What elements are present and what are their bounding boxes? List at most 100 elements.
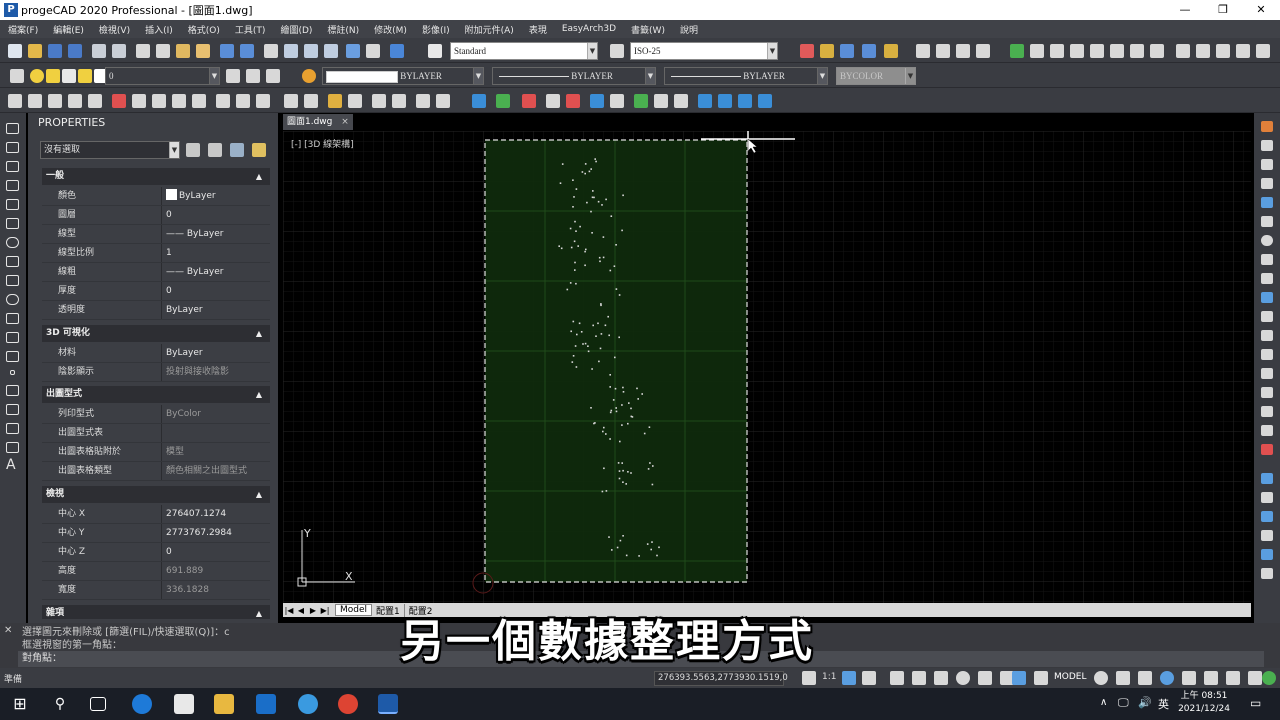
tool-r-icon[interactable] <box>1261 473 1273 484</box>
minimize-button[interactable]: — <box>1166 0 1204 20</box>
copy-tool-icon[interactable] <box>1261 140 1273 151</box>
toolbar3-tool-20-icon[interactable] <box>416 94 430 108</box>
section-3d-visualization[interactable]: 3D 可視化 ▲ <box>42 325 270 342</box>
linetype-select[interactable]: BYLAYER ▼ <box>492 67 656 85</box>
lineweight-toggle-icon[interactable] <box>1012 671 1026 685</box>
array-tool-icon[interactable] <box>1261 197 1273 208</box>
circle-tool-icon[interactable] <box>6 237 19 248</box>
menu-draw[interactable]: 繪圖(D) <box>280 23 312 36</box>
toolbar3-tool-5-icon[interactable] <box>88 94 102 108</box>
menu-modify[interactable]: 修改(M) <box>374 23 407 36</box>
layer-previous-icon[interactable] <box>246 69 260 83</box>
menu-easyarch3d[interactable]: EasyArch3D <box>562 24 616 34</box>
settings-gear-icon[interactable] <box>1094 671 1108 685</box>
tool-p-icon[interactable] <box>1236 44 1250 58</box>
section-misc[interactable]: 雜項 ▲ <box>42 605 270 619</box>
toolbar3-tool-30-icon[interactable] <box>654 94 668 108</box>
toolbar3-tool-26-icon[interactable] <box>566 94 580 108</box>
polygon-tool-icon[interactable] <box>6 180 19 191</box>
task-view-icon[interactable] <box>90 697 106 711</box>
close-button[interactable]: ✕ <box>1242 0 1280 20</box>
help-icon[interactable] <box>390 44 404 58</box>
next-tab-icon[interactable]: ▶ <box>307 606 319 615</box>
print-preview-icon[interactable] <box>112 44 126 58</box>
cut-icon[interactable] <box>136 44 150 58</box>
status-tool-a-icon[interactable] <box>1116 671 1130 685</box>
osnap-icon[interactable] <box>978 671 992 685</box>
close-command-icon[interactable]: ✕ <box>4 625 12 636</box>
tool-g-icon[interactable] <box>1050 44 1064 58</box>
coordinate-readout[interactable]: 276393.5563,2773930.1519,0 <box>654 671 788 686</box>
explode-tool-icon[interactable] <box>1261 406 1273 417</box>
zoom-window-icon[interactable] <box>304 44 318 58</box>
tool-l-icon[interactable] <box>1150 44 1164 58</box>
annotation-add-icon[interactable] <box>862 671 876 685</box>
dim-linear-icon[interactable] <box>800 44 814 58</box>
toolbar3-tool-10-icon[interactable] <box>192 94 206 108</box>
tool-h-icon[interactable] <box>1070 44 1084 58</box>
toolbar3-tool-28-icon[interactable] <box>610 94 624 108</box>
toolbar3-tool-33-icon[interactable] <box>718 94 732 108</box>
polar-icon[interactable] <box>956 671 970 685</box>
toolbar3-tool-22-icon[interactable] <box>472 94 486 108</box>
dim-ordinate-icon[interactable] <box>840 44 854 58</box>
save-icon[interactable] <box>48 44 62 58</box>
curve-tool-icon[interactable] <box>6 218 19 229</box>
grid-icon[interactable] <box>912 671 926 685</box>
menu-image[interactable]: 影像(I) <box>422 23 450 36</box>
model-space-toggle[interactable]: MODEL <box>1054 672 1086 682</box>
toolbar3-tool-19-icon[interactable] <box>392 94 406 108</box>
toolbar3-tool-15-icon[interactable] <box>304 94 318 108</box>
line-tool-icon[interactable] <box>6 123 19 134</box>
layer-thaw-icon[interactable] <box>46 69 60 83</box>
trim-tool-icon[interactable] <box>1261 292 1273 303</box>
dim-style-icon[interactable] <box>610 44 624 58</box>
tool-u-icon[interactable] <box>1261 530 1273 541</box>
property-row[interactable]: 中心 Y 2773767.2984 <box>42 524 270 543</box>
menu-render[interactable]: 表現 <box>529 23 547 36</box>
mirror-tool-icon[interactable] <box>1261 159 1273 170</box>
join-tool-icon[interactable] <box>1261 349 1273 360</box>
hatch-tool-icon[interactable] <box>6 385 19 396</box>
move-tool-icon[interactable] <box>1261 216 1273 227</box>
layers-icon[interactable] <box>10 69 24 83</box>
toolbar3-tool-16-icon[interactable] <box>328 94 342 108</box>
match-properties-icon[interactable] <box>196 44 210 58</box>
scale-tool-icon[interactable] <box>1261 254 1273 265</box>
open-folder-icon[interactable] <box>28 44 42 58</box>
tool-k-icon[interactable] <box>1130 44 1144 58</box>
tool-c-icon[interactable] <box>956 44 970 58</box>
chrome-icon[interactable] <box>338 694 358 714</box>
property-row[interactable]: 線粗 —— ByLayer <box>42 263 270 282</box>
maximize-button[interactable]: ❐ <box>1204 0 1242 20</box>
status-tool-b-icon[interactable] <box>1138 671 1152 685</box>
menu-edit[interactable]: 編輯(E) <box>53 23 84 36</box>
layer-unlock-icon[interactable] <box>78 69 92 83</box>
menu-tools[interactable]: 工具(T) <box>235 23 266 36</box>
tab-model[interactable]: Model <box>335 604 373 616</box>
toolbar3-tool-23-icon[interactable] <box>496 94 510 108</box>
menu-file[interactable]: 檔案(F) <box>8 23 38 36</box>
toolbar3-tool-27-icon[interactable] <box>590 94 604 108</box>
toolbar3-tool-11-icon[interactable] <box>216 94 230 108</box>
view-label[interactable]: [-] [3D 線架構] <box>291 137 354 150</box>
property-row[interactable]: 中心 X 276407.1274 <box>42 505 270 524</box>
toolbar3-tool-18-icon[interactable] <box>372 94 386 108</box>
lineweight-select[interactable]: BYLAYER ▼ <box>664 67 828 85</box>
ellipse-tool-icon[interactable] <box>6 294 19 305</box>
redo-icon[interactable] <box>240 44 254 58</box>
stretch-tool-icon[interactable] <box>1261 273 1273 284</box>
tool-n-icon[interactable] <box>1196 44 1210 58</box>
toggle-pickadd-icon[interactable] <box>186 143 200 157</box>
text-style-icon[interactable] <box>428 44 442 58</box>
tool-f-icon[interactable] <box>1030 44 1044 58</box>
menu-insert[interactable]: 插入(I) <box>145 23 173 36</box>
undo-icon[interactable] <box>220 44 234 58</box>
property-row[interactable]: 列印型式 ByColor <box>42 405 270 424</box>
property-row[interactable]: 顏色 ByLayer <box>42 187 270 206</box>
internet-explorer-icon[interactable] <box>298 694 318 714</box>
toolbar3-tool-8-icon[interactable] <box>152 94 166 108</box>
tool-w-icon[interactable] <box>1261 568 1273 579</box>
toolbar3-tool-14-icon[interactable] <box>284 94 298 108</box>
color-select[interactable]: BYLAYER ▼ <box>322 67 484 85</box>
